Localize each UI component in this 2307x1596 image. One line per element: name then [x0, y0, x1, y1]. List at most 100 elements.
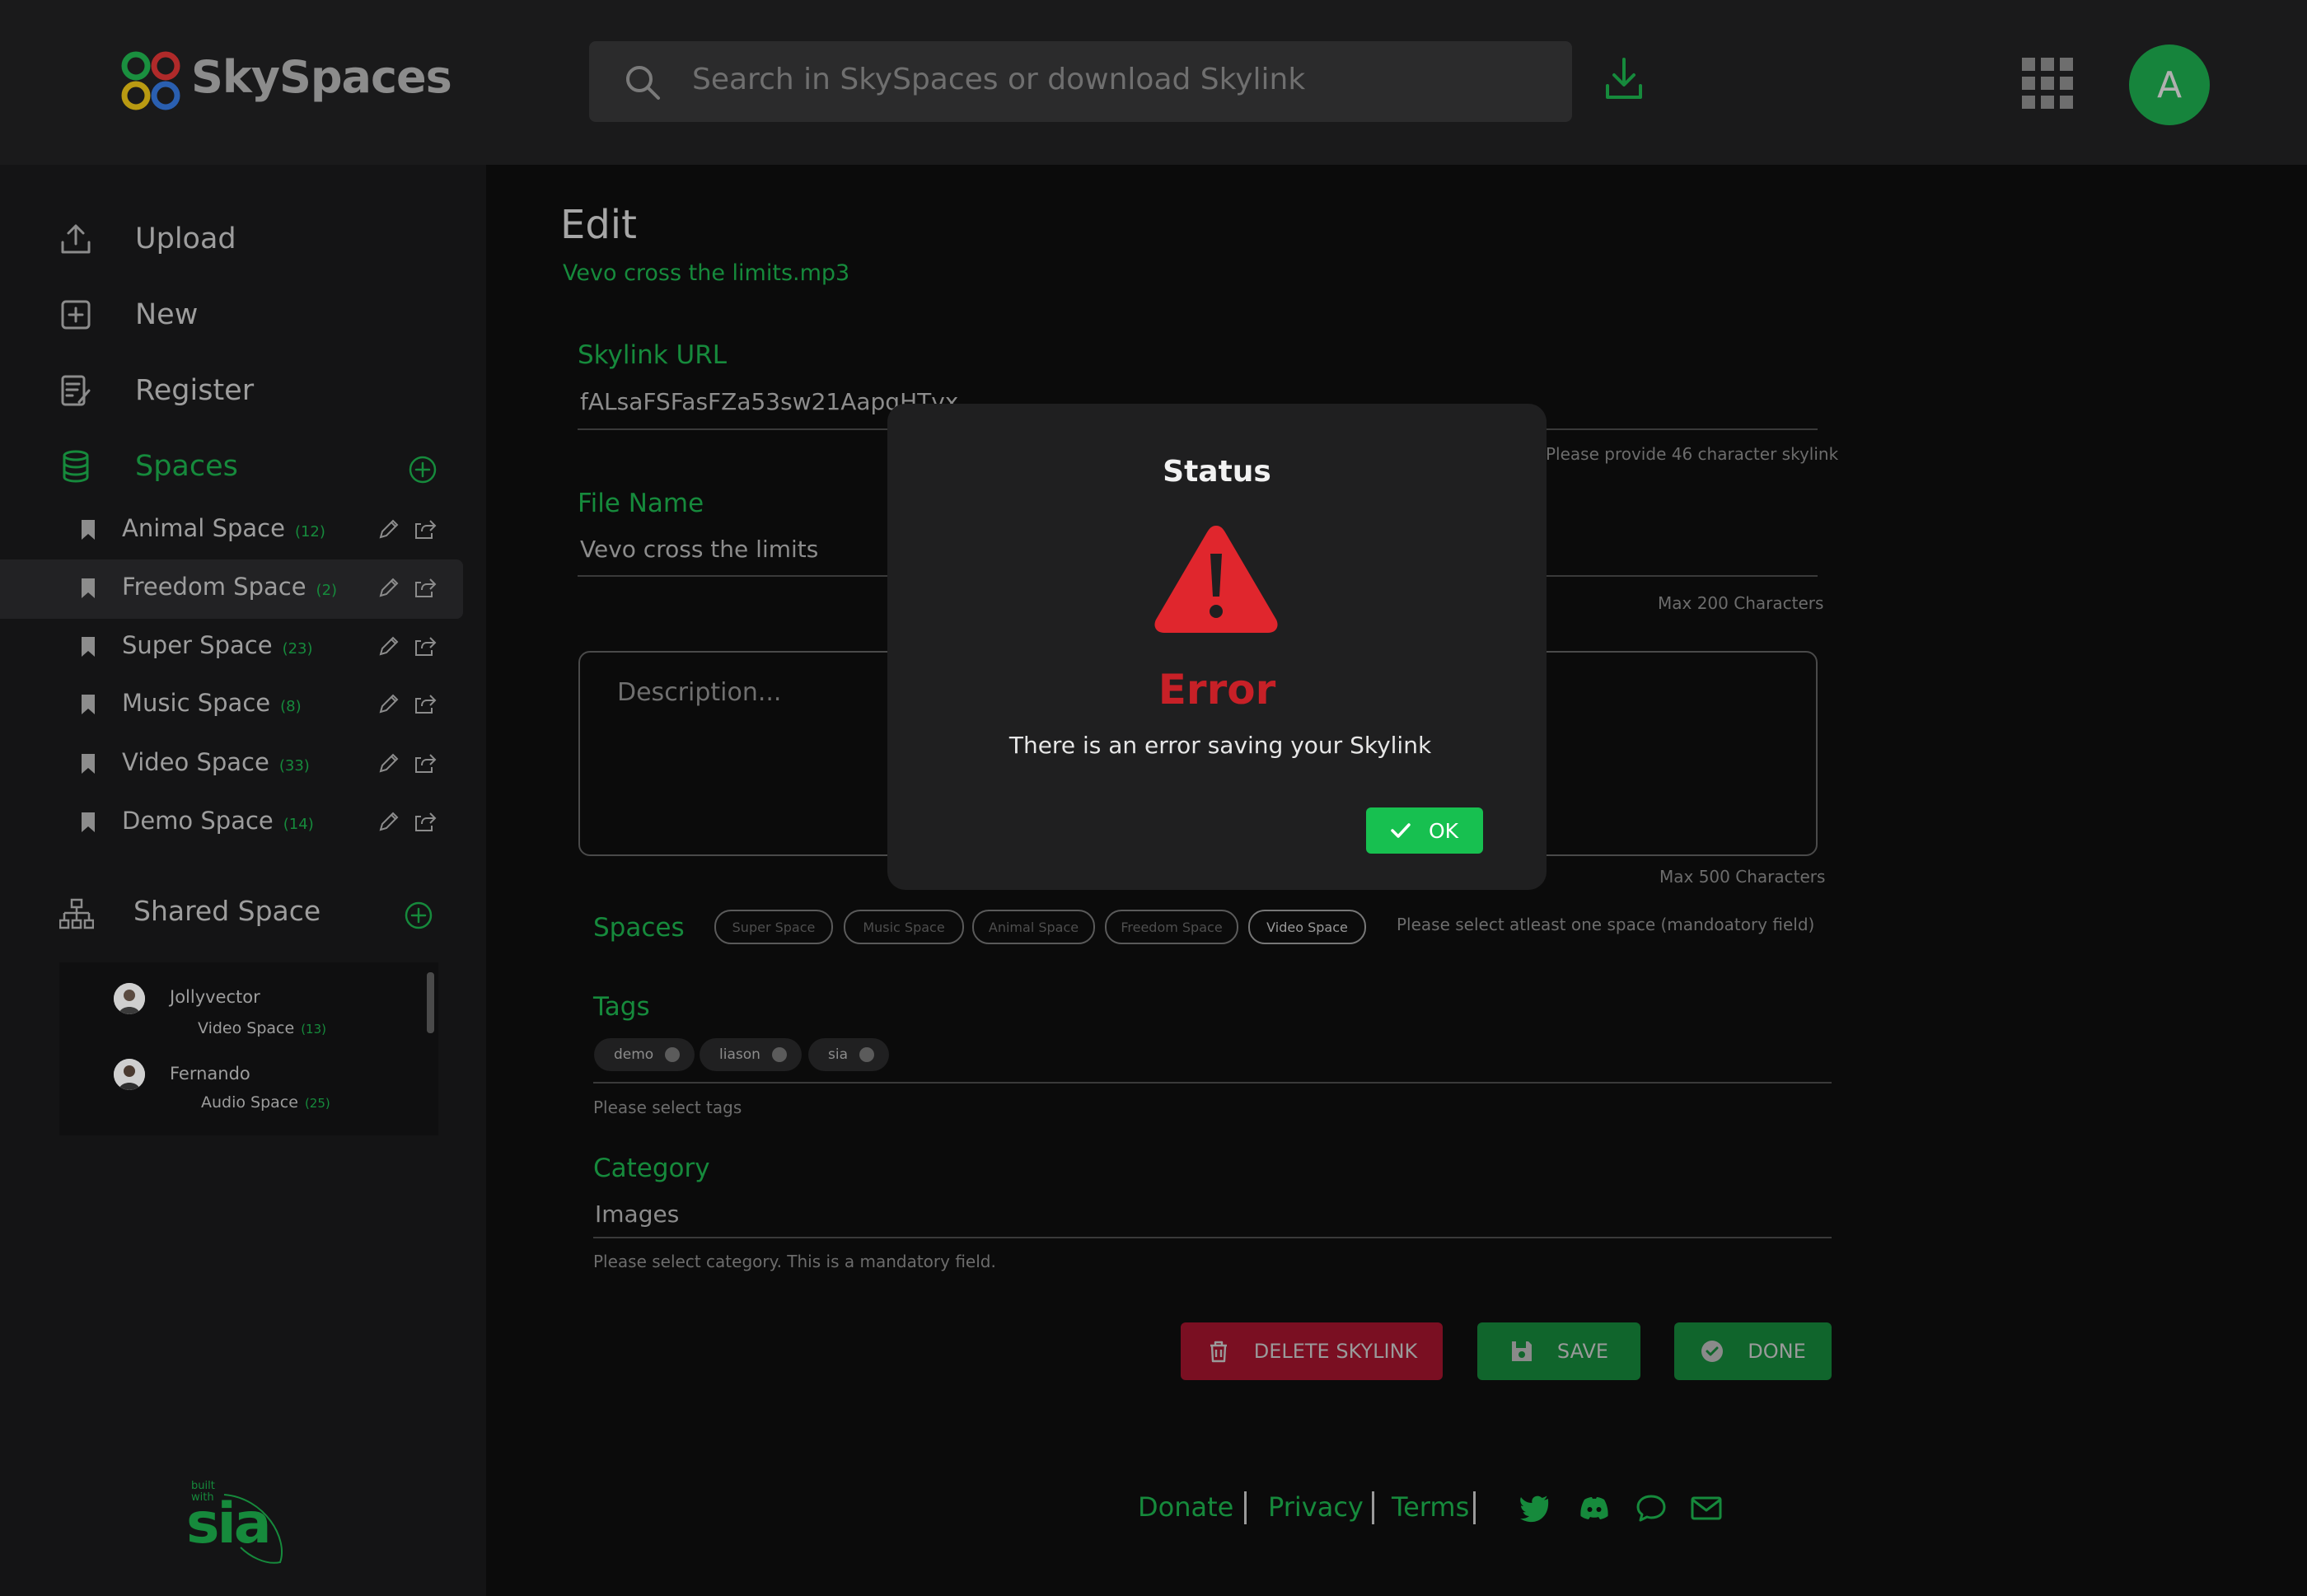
space-item[interactable]: Animal Space (12)	[0, 501, 463, 560]
footer-divider	[1473, 1491, 1476, 1524]
terms-link[interactable]: Terms	[1392, 1491, 1469, 1523]
plus-square-icon	[61, 300, 91, 330]
search-input[interactable]: Search in SkySpaces or download Skylink	[692, 63, 1305, 96]
space-name: Demo Space (14)	[122, 807, 314, 835]
database-icon	[63, 450, 89, 483]
shared-space-count: (25)	[304, 1096, 330, 1111]
edit-icon[interactable]	[377, 810, 400, 833]
delete-skylink-button[interactable]: DELETE SKYLINK	[1181, 1322, 1443, 1380]
delete-label: DELETE SKYLINK	[1253, 1340, 1418, 1363]
shared-user-avatar[interactable]	[114, 983, 145, 1014]
sidebar-item-register[interactable]: Register	[58, 366, 254, 415]
sidebar-item-label: Upload	[135, 222, 236, 255]
remove-tag-icon[interactable]	[859, 1047, 874, 1062]
privacy-link[interactable]: Privacy	[1268, 1491, 1364, 1523]
edit-icon[interactable]	[377, 576, 400, 599]
sidebar-item-spaces[interactable]: Spaces	[58, 442, 238, 491]
page-title: Edit	[560, 202, 637, 248]
share-icon[interactable]	[414, 634, 437, 658]
dialog-title: Status	[1163, 455, 1271, 489]
footer-divider	[1372, 1491, 1374, 1524]
tags-label: Tags	[593, 992, 650, 1022]
save-label: SAVE	[1556, 1340, 1609, 1363]
space-item[interactable]: Super Space (23)	[0, 618, 463, 677]
space-chip[interactable]: Animal Space	[972, 910, 1095, 944]
shared-user-avatar[interactable]	[114, 1059, 145, 1090]
done-button[interactable]: DONE	[1674, 1322, 1832, 1380]
chat-icon[interactable]	[1635, 1491, 1668, 1524]
shared-list-scrollbar[interactable]	[427, 972, 434, 1033]
space-chip[interactable]: Freedom Space	[1105, 910, 1238, 944]
sidebar-item-new[interactable]: New	[58, 290, 198, 339]
apps-grid-icon[interactable]	[2022, 58, 2073, 109]
space-count: (12)	[294, 523, 325, 541]
sidebar-item-upload[interactable]: Upload	[58, 214, 236, 264]
add-shared-space-icon[interactable]	[404, 901, 433, 930]
mail-icon[interactable]	[1690, 1491, 1723, 1524]
shared-user-name[interactable]: Fernando	[170, 1064, 250, 1084]
user-avatar[interactable]: A	[2129, 44, 2210, 125]
trash-icon	[1210, 1341, 1227, 1363]
share-icon[interactable]	[414, 576, 437, 599]
checkmark-icon	[1391, 823, 1411, 838]
shared-space-name[interactable]: Audio Space (25)	[201, 1093, 330, 1112]
share-icon[interactable]	[414, 692, 437, 715]
tag-chip[interactable]: sia	[808, 1038, 889, 1071]
sidebar-item-label: New	[135, 298, 199, 331]
spaces-label: Spaces	[593, 913, 685, 943]
floppy-disk-icon	[1511, 1341, 1532, 1361]
upload-icon	[61, 224, 91, 254]
tag-chip[interactable]: liason	[700, 1038, 802, 1071]
share-icon[interactable]	[414, 810, 437, 833]
edit-icon[interactable]	[377, 634, 400, 658]
footer-divider	[1244, 1491, 1247, 1524]
space-item-active[interactable]: Freedom Space (2)	[0, 559, 463, 619]
brand-name[interactable]: SkySpaces	[191, 51, 452, 103]
twitter-icon[interactable]	[1519, 1491, 1551, 1524]
skyspaces-logo-icon[interactable]	[119, 49, 182, 112]
ok-label: OK	[1428, 818, 1459, 843]
bookmark-icon	[82, 695, 95, 714]
space-item[interactable]: Music Space (8)	[0, 676, 463, 735]
shared-user-name[interactable]: Jollyvector	[170, 987, 260, 1007]
space-name: Animal Space (12)	[122, 514, 325, 542]
tag-chip[interactable]: demo	[594, 1038, 695, 1071]
bookmark-icon	[82, 520, 95, 540]
spaces-hint: Please select atleast one space (mandoat…	[1397, 915, 1815, 934]
add-space-icon[interactable]	[408, 455, 438, 484]
tags-hint: Please select tags	[593, 1098, 742, 1117]
space-item[interactable]: Video Space (33)	[0, 735, 463, 794]
download-icon[interactable]	[1603, 54, 1645, 104]
remove-tag-icon[interactable]	[665, 1047, 681, 1062]
person-photo-icon	[114, 983, 145, 1014]
space-chip-selected[interactable]: Video Space	[1248, 910, 1366, 944]
donate-link[interactable]: Donate	[1138, 1491, 1233, 1523]
share-icon[interactable]	[414, 517, 437, 541]
shared-space-name[interactable]: Video Space (13)	[198, 1019, 326, 1037]
category-hint: Please select category. This is a mandat…	[593, 1252, 996, 1271]
sia-orbit-icon	[223, 1494, 283, 1564]
done-label: DONE	[1748, 1340, 1806, 1363]
shared-space-count: (13)	[301, 1022, 326, 1037]
bookmark-icon	[82, 637, 95, 657]
discord-icon[interactable]	[1578, 1491, 1611, 1524]
bookmark-icon	[82, 578, 95, 598]
remove-tag-icon[interactable]	[771, 1047, 787, 1062]
edit-icon[interactable]	[377, 517, 400, 541]
save-button[interactable]: SAVE	[1477, 1322, 1640, 1380]
space-chip[interactable]: Super Space	[714, 910, 833, 944]
edit-icon[interactable]	[377, 751, 400, 775]
bookmark-icon	[82, 754, 95, 774]
space-item[interactable]: Demo Space (14)	[0, 793, 463, 853]
file-name-input[interactable]: Vevo cross the limits	[580, 536, 818, 563]
search-icon[interactable]	[622, 62, 663, 103]
bookmark-icon	[82, 812, 95, 832]
space-count: (23)	[282, 640, 313, 658]
edit-icon[interactable]	[377, 692, 400, 715]
warning-icon	[1154, 526, 1278, 633]
description-hint: Max 500 Characters	[1659, 867, 1826, 887]
share-icon[interactable]	[414, 751, 437, 775]
space-chip[interactable]: Music Space	[844, 910, 964, 944]
category-select[interactable]: Images	[595, 1201, 679, 1228]
ok-button[interactable]: OK	[1366, 807, 1483, 854]
